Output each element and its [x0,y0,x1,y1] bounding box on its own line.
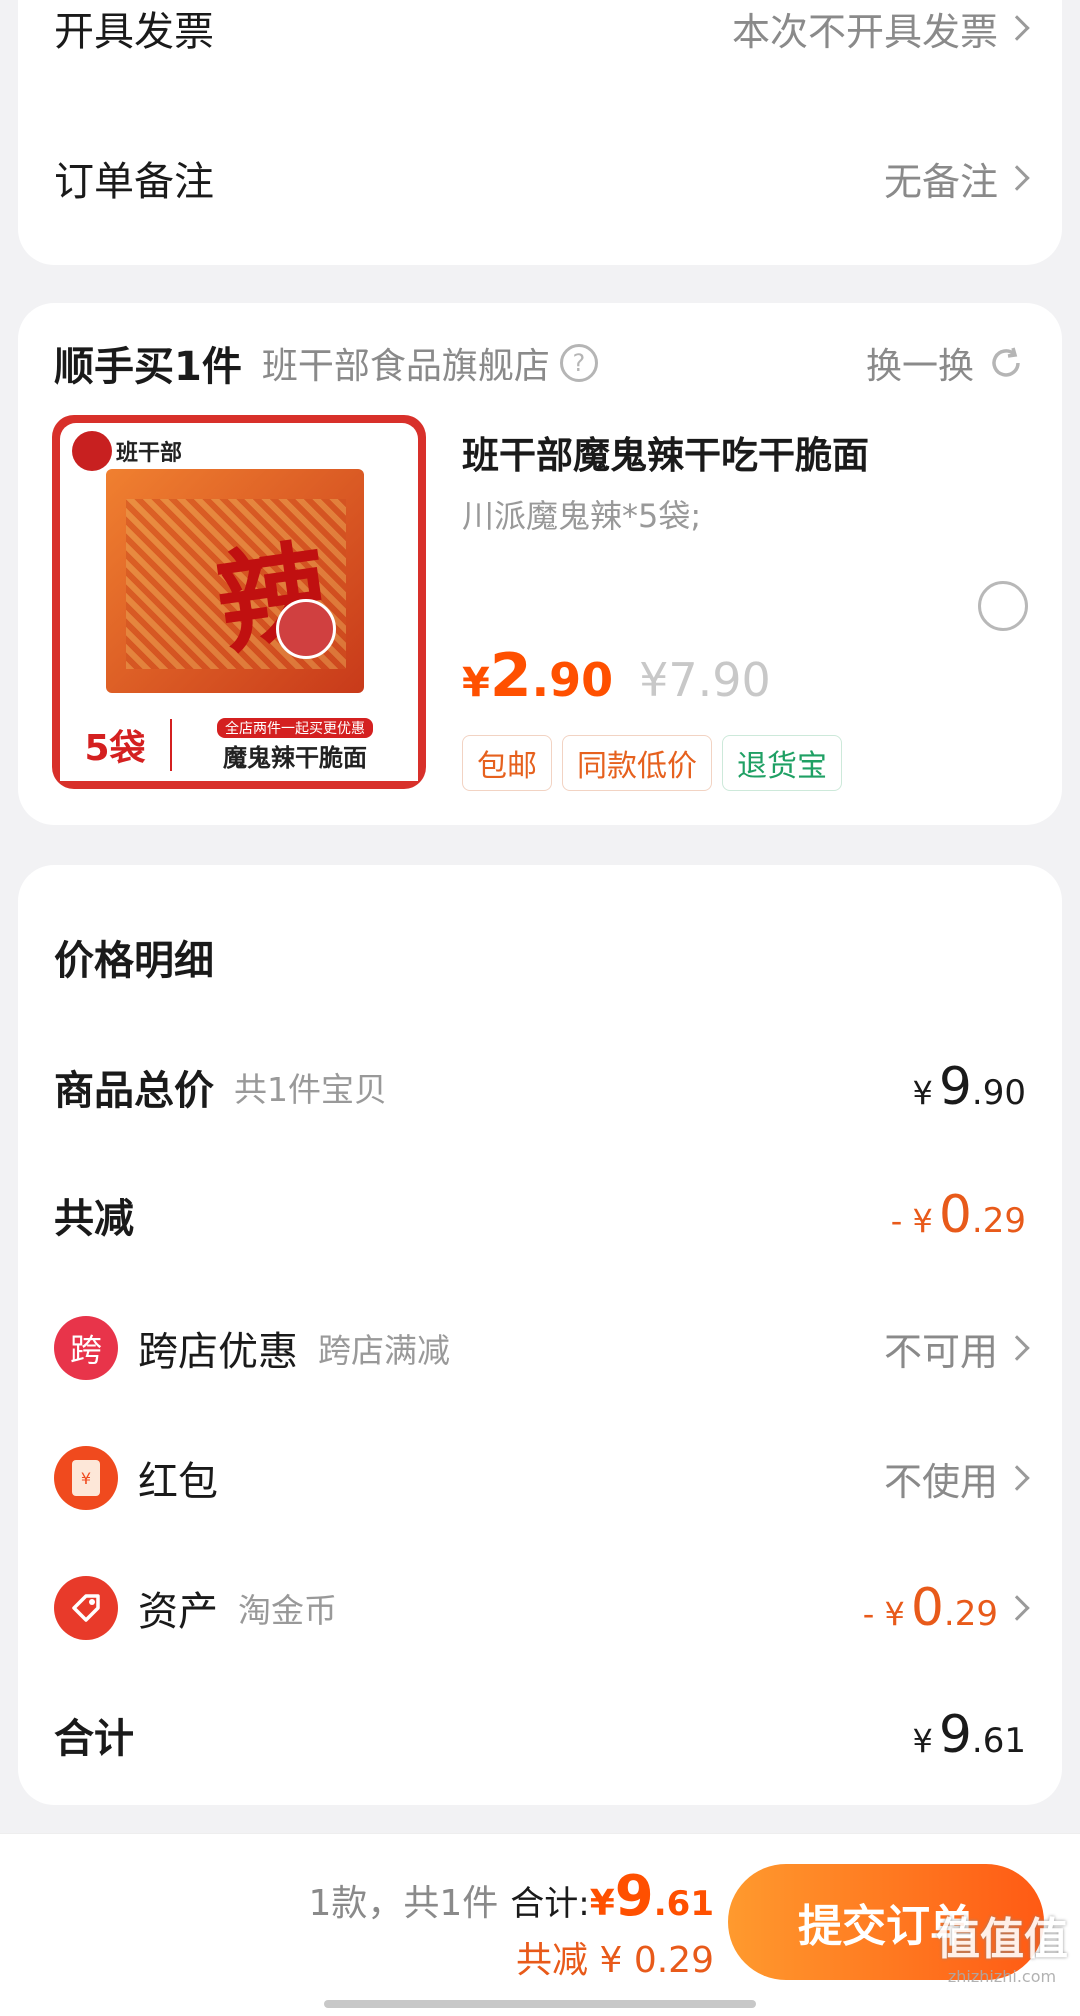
brand-logo: 班干部 [72,431,182,471]
chevron-right-icon [1004,15,1030,41]
product-name[interactable]: 班干部魔鬼辣干吃干脆面 [462,425,869,479]
price-detail-title-row: 价格明细 [54,927,1026,987]
addon-card: 顺手买1件 班干部食品旗舰店 ? 换一换 辣 班干部 5袋 全店两件一起买更优惠… [18,303,1062,825]
original-price: ¥7.90 [639,653,771,707]
red-packet-icon: ¥ [54,1446,118,1510]
red-packet-value-text: 不使用 [883,1459,998,1504]
product-tags: 包邮 同款低价 退货宝 [462,735,852,791]
cross-store-value[interactable]: 不可用 [883,1321,1030,1376]
red-packet-value[interactable]: 不使用 [883,1451,1030,1506]
cross-store-value-text: 不可用 [883,1329,998,1374]
refresh-icon [992,347,1020,377]
product-spec: 川派魔鬼辣*5袋; [462,497,702,535]
goods-total-label: 商品总价 [54,1068,214,1114]
goods-total-row: 商品总价 共1件宝贝 ¥ 9 .90 [54,1057,1026,1117]
swap-button[interactable]: 换一换 [866,337,1026,389]
product-package: 辣 [106,469,364,693]
price-detail-title: 价格明细 [54,938,214,984]
tag-low-price: 同款低价 [562,735,712,791]
tag-icon [54,1576,118,1640]
assets-value[interactable]: - ¥ 0 .29 [863,1578,1030,1638]
total-value: ¥ 9 .61 [912,1705,1026,1765]
note-value-text: 无备注 [883,159,998,204]
discount-row: 共减 - ¥ 0 .29 [54,1185,1026,1245]
footer-total-label: 合计: [510,1884,590,1924]
goods-total-sub: 共1件宝贝 [234,1070,387,1109]
assets-row[interactable]: 资产 淘金币 - ¥ 0 .29 [54,1573,1030,1643]
discount-value: - ¥ 0 .29 [890,1185,1026,1245]
chevron-right-icon [1004,1465,1030,1491]
product-price: ¥ 2 .90 ¥7.90 [462,641,771,711]
red-packet-label: 红包 [138,1459,218,1505]
swap-label: 换一换 [865,346,974,387]
note-row[interactable]: 订单备注 无备注 [54,150,1030,206]
total-row: 合计 ¥ 9 .61 [54,1705,1026,1765]
note-value[interactable]: 无备注 [883,151,1030,206]
chevron-right-icon [1004,1335,1030,1361]
assets-label: 资产 [138,1589,218,1635]
goods-total-value: ¥ 9 .90 [912,1057,1026,1117]
select-radio[interactable] [978,581,1028,631]
price-detail-card: 价格明细 商品总价 共1件宝贝 ¥ 9 .90 共减 - ¥ 0 .29 跨 跨… [18,865,1062,1805]
cross-store-sub: 跨店满减 [318,1331,450,1370]
footer-summary: 1款，共1件 合计: ¥ 9 .61 共减 ¥ 0.29 [308,1864,714,1981]
invoice-row[interactable]: 开具发票 本次不开具发票 [54,0,1030,56]
cross-store-row[interactable]: 跨 跨店优惠 跨店满减 不可用 [54,1313,1030,1383]
invoice-value[interactable]: 本次不开具发票 [731,1,1030,56]
help-icon[interactable]: ? [559,344,598,382]
footer-count: 1款，共1件 [308,1883,499,1924]
red-packet-row[interactable]: ¥ 红包 不使用 [54,1443,1030,1513]
invoice-value-text: 本次不开具发票 [731,9,998,54]
note-label: 订单备注 [54,159,214,205]
watermark: 值值值 zhizhizhi.com [936,1914,1068,1986]
chevron-right-icon [1004,165,1030,191]
total-label: 合计 [54,1716,134,1762]
image-bottom-banner: 5袋 全店两件一起买更优惠 魔鬼辣干脆面 [60,709,418,781]
invoice-label: 开具发票 [54,9,214,55]
tag-free-shipping: 包邮 [462,735,552,791]
footer-saved: 共减 ¥ 0.29 [516,1940,714,1981]
addon-header: 顺手买1件 班干部食品旗舰店 ? 换一换 [54,335,1026,391]
checkout-footer: 1款，共1件 合计: ¥ 9 .61 共减 ¥ 0.29 提交订单 值值值 zh… [0,1833,1080,2016]
assets-sub: 淘金币 [238,1591,337,1630]
cross-store-icon: 跨 [54,1316,118,1380]
addon-store-name[interactable]: 班干部食品旗舰店 [262,337,550,389]
discount-label: 共减 [54,1196,134,1242]
home-indicator [324,2000,756,2008]
cross-store-label: 跨店优惠 [138,1329,298,1375]
order-options-card: 开具发票 本次不开具发票 订单备注 无备注 [18,0,1062,265]
product-image[interactable]: 辣 班干部 5袋 全店两件一起买更优惠 魔鬼辣干脆面 [52,415,426,789]
chevron-right-icon [1004,1595,1030,1621]
tag-return-insurance: 退货宝 [722,735,842,791]
addon-title: 顺手买1件 [54,344,242,390]
